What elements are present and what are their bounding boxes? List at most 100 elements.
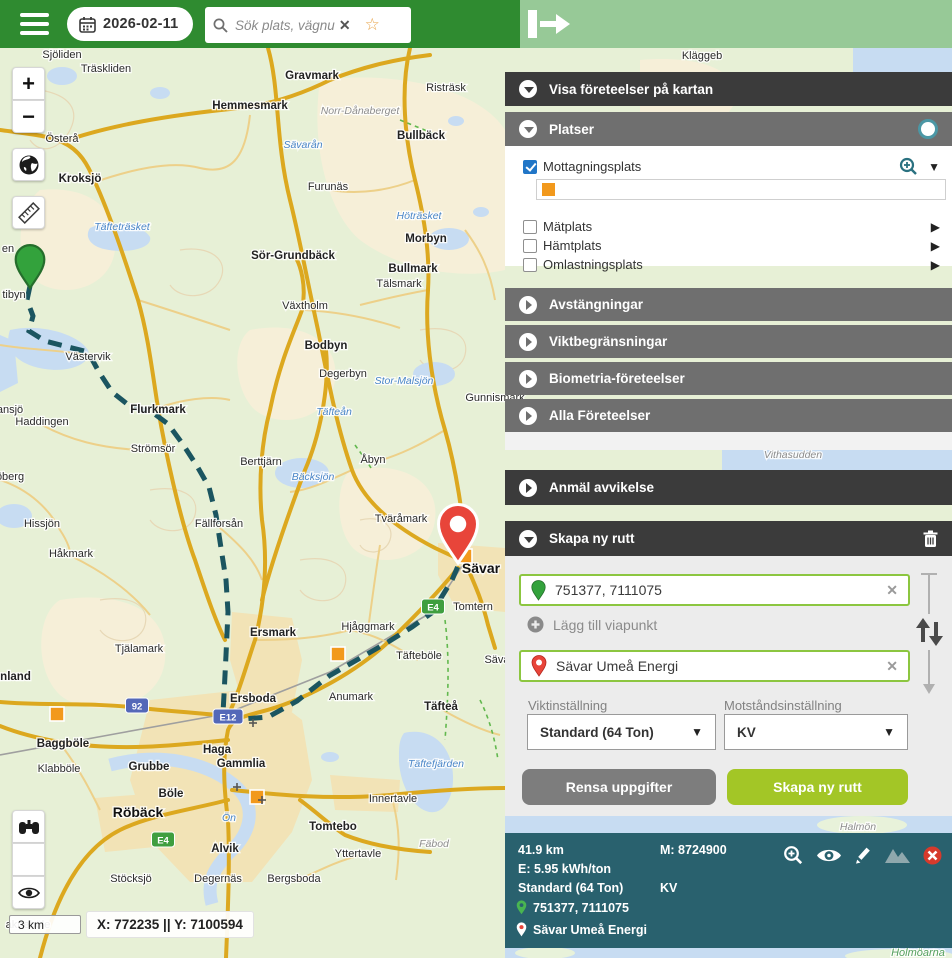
map-label: Täfteträsket	[94, 221, 151, 233]
create-route-label: Skapa ny rutt	[773, 779, 862, 795]
logout-icon[interactable]	[526, 9, 572, 39]
route-end-input[interactable]: Sävar Umeå Energi ✕	[519, 650, 910, 682]
swap-route-control[interactable]	[912, 570, 946, 696]
clear-form-button[interactable]: Rensa uppgifter	[522, 769, 716, 805]
zoom-in-button[interactable]: +	[12, 67, 45, 100]
map-label: Sör-Grundbäck	[251, 250, 335, 262]
basemap-button[interactable]	[12, 148, 45, 181]
panel-footer-strip	[505, 432, 952, 450]
edit-route-pencil-icon[interactable]	[855, 847, 872, 864]
expand-caret-icon[interactable]: ▶	[931, 220, 940, 234]
layer-row-hamtplats[interactable]: Hämtplats ▶	[505, 236, 952, 255]
create-route-button[interactable]: Skapa ny rutt	[727, 769, 908, 805]
section-title: Biometria-företeelser	[549, 371, 685, 386]
zoom-in-icon: +	[22, 71, 35, 97]
road-shield: E4	[422, 599, 445, 614]
map-label: Degerbyn	[319, 368, 367, 380]
zoom-out-button[interactable]: −	[12, 100, 45, 133]
layer-label: Omlastningsplats	[543, 257, 643, 272]
zoom-to-route-icon[interactable]	[783, 845, 803, 865]
binoculars-icon	[18, 819, 40, 835]
search-area-button[interactable]	[12, 810, 45, 843]
chevron-down-icon	[519, 120, 537, 138]
map-label: ansjö	[0, 404, 23, 416]
map-label: Bullbäck	[397, 130, 446, 142]
section-visa-foreteelser[interactable]: Visa företeelser på kartan	[505, 72, 952, 106]
map-label: Baggböle	[37, 738, 89, 750]
zoom-to-layer-icon[interactable]	[899, 157, 918, 176]
map-label: Morbyn	[405, 233, 447, 245]
blank-tool-button[interactable]	[12, 843, 45, 876]
map-label: Sävar	[462, 560, 501, 576]
map-label: Växtholm	[282, 300, 328, 312]
section-title: Visa företeelser på kartan	[549, 82, 713, 97]
weight-setting-select[interactable]: Standard (64 Ton) ▼	[527, 714, 716, 750]
route-form: 751377, 7111075 ✕ Lägg till viapunkt Säv…	[505, 556, 952, 816]
map-label: Täfteån	[316, 406, 352, 418]
expand-caret-icon[interactable]: ▼	[928, 160, 940, 174]
start-pin-icon	[516, 900, 527, 915]
map-label: Degernäs	[194, 873, 242, 885]
scale-label: 3 km	[18, 918, 44, 932]
section-alla-foreteelser[interactable]: Alla Företeelser	[505, 399, 952, 432]
expand-caret-icon[interactable]: ▶	[931, 258, 940, 272]
map-label: Berttjärn	[240, 456, 282, 468]
search-clear-icon[interactable]: ✕	[339, 17, 351, 34]
section-anmal-avvikelse[interactable]: Anmäl avvikelse	[505, 470, 952, 505]
receiving-place-marker[interactable]	[331, 647, 345, 661]
resistance-setting-select[interactable]: KV ▼	[724, 714, 908, 750]
map-label: Österå	[45, 133, 79, 145]
checkbox-omlastningsplats[interactable]	[523, 258, 537, 272]
checkbox-mottagningsplats[interactable]	[523, 160, 537, 174]
map-label: Tomtern	[453, 601, 493, 613]
layer-row-matplats[interactable]: Mätplats ▶	[505, 217, 952, 236]
layer-row-mottagningsplats[interactable]: Mottagningsplats ▼	[505, 157, 952, 176]
map-label: Täftefjärden	[408, 758, 464, 770]
route-energy: E: 5.95 kWh/ton	[518, 862, 611, 876]
map-label: nnland	[0, 671, 31, 683]
plus-circle-icon	[527, 616, 544, 633]
ruler-icon	[17, 201, 41, 225]
clear-form-label: Rensa uppgifter	[566, 779, 673, 795]
map-label: Hemmesmark	[212, 100, 288, 112]
resistance-setting-value: KV	[737, 725, 756, 740]
layer-label: Hämtplats	[543, 238, 602, 253]
route-start-summary: 751377, 7111075	[516, 900, 629, 915]
map-label: Strömsör	[131, 443, 176, 455]
mottagningsplats-legend	[536, 179, 946, 200]
section-title: Anmäl avvikelse	[549, 480, 654, 495]
section-avstangningar[interactable]: Avstängningar	[505, 288, 952, 321]
clear-start-icon[interactable]: ✕	[886, 582, 898, 599]
section-skapa-ny-rutt[interactable]: Skapa ny rutt	[505, 521, 952, 556]
map-label: Holmöarna	[891, 947, 945, 958]
clear-end-icon[interactable]: ✕	[886, 658, 898, 675]
close-route-icon[interactable]	[923, 846, 942, 865]
add-viapoint-button[interactable]: Lägg till viapunkt	[527, 616, 657, 633]
globe-icon	[18, 154, 40, 176]
map-label: Stor-Malsjön	[375, 375, 434, 387]
section-platser[interactable]: Platser	[505, 112, 952, 146]
checkbox-matplats[interactable]	[523, 220, 537, 234]
route-start-input[interactable]: 751377, 7111075 ✕	[519, 574, 910, 606]
dropdown-caret-icon: ▼	[883, 725, 895, 739]
map-label: Tväråmark	[375, 513, 428, 525]
show-route-eye-icon[interactable]	[816, 847, 842, 864]
visibility-button[interactable]	[12, 876, 45, 909]
section-biometria[interactable]: Biometria-företeelser	[505, 362, 952, 395]
search-placeholder[interactable]: Sök plats, vägnu	[235, 18, 335, 33]
trash-icon[interactable]	[923, 530, 938, 548]
measure-button[interactable]	[12, 196, 45, 229]
date-value: 2026-02-11	[103, 16, 178, 32]
section-viktbegransningar[interactable]: Viktbegränsningar	[505, 325, 952, 358]
favorite-star-icon[interactable]: ☆	[365, 15, 380, 35]
expand-caret-icon[interactable]: ▶	[931, 239, 940, 253]
dropdown-caret-icon: ▼	[691, 725, 703, 739]
menu-button[interactable]	[20, 13, 49, 35]
checkbox-hamtplats[interactable]	[523, 239, 537, 253]
svg-text:E4: E4	[157, 836, 169, 847]
date-picker[interactable]: 2026-02-11	[67, 7, 193, 41]
elevation-profile-icon[interactable]	[885, 847, 910, 863]
layer-row-omlastningsplats[interactable]: Omlastningsplats ▶	[505, 255, 952, 274]
receiving-place-marker[interactable]	[50, 707, 64, 721]
search-box[interactable]: Sök plats, vägnu ✕ ☆	[205, 7, 411, 43]
